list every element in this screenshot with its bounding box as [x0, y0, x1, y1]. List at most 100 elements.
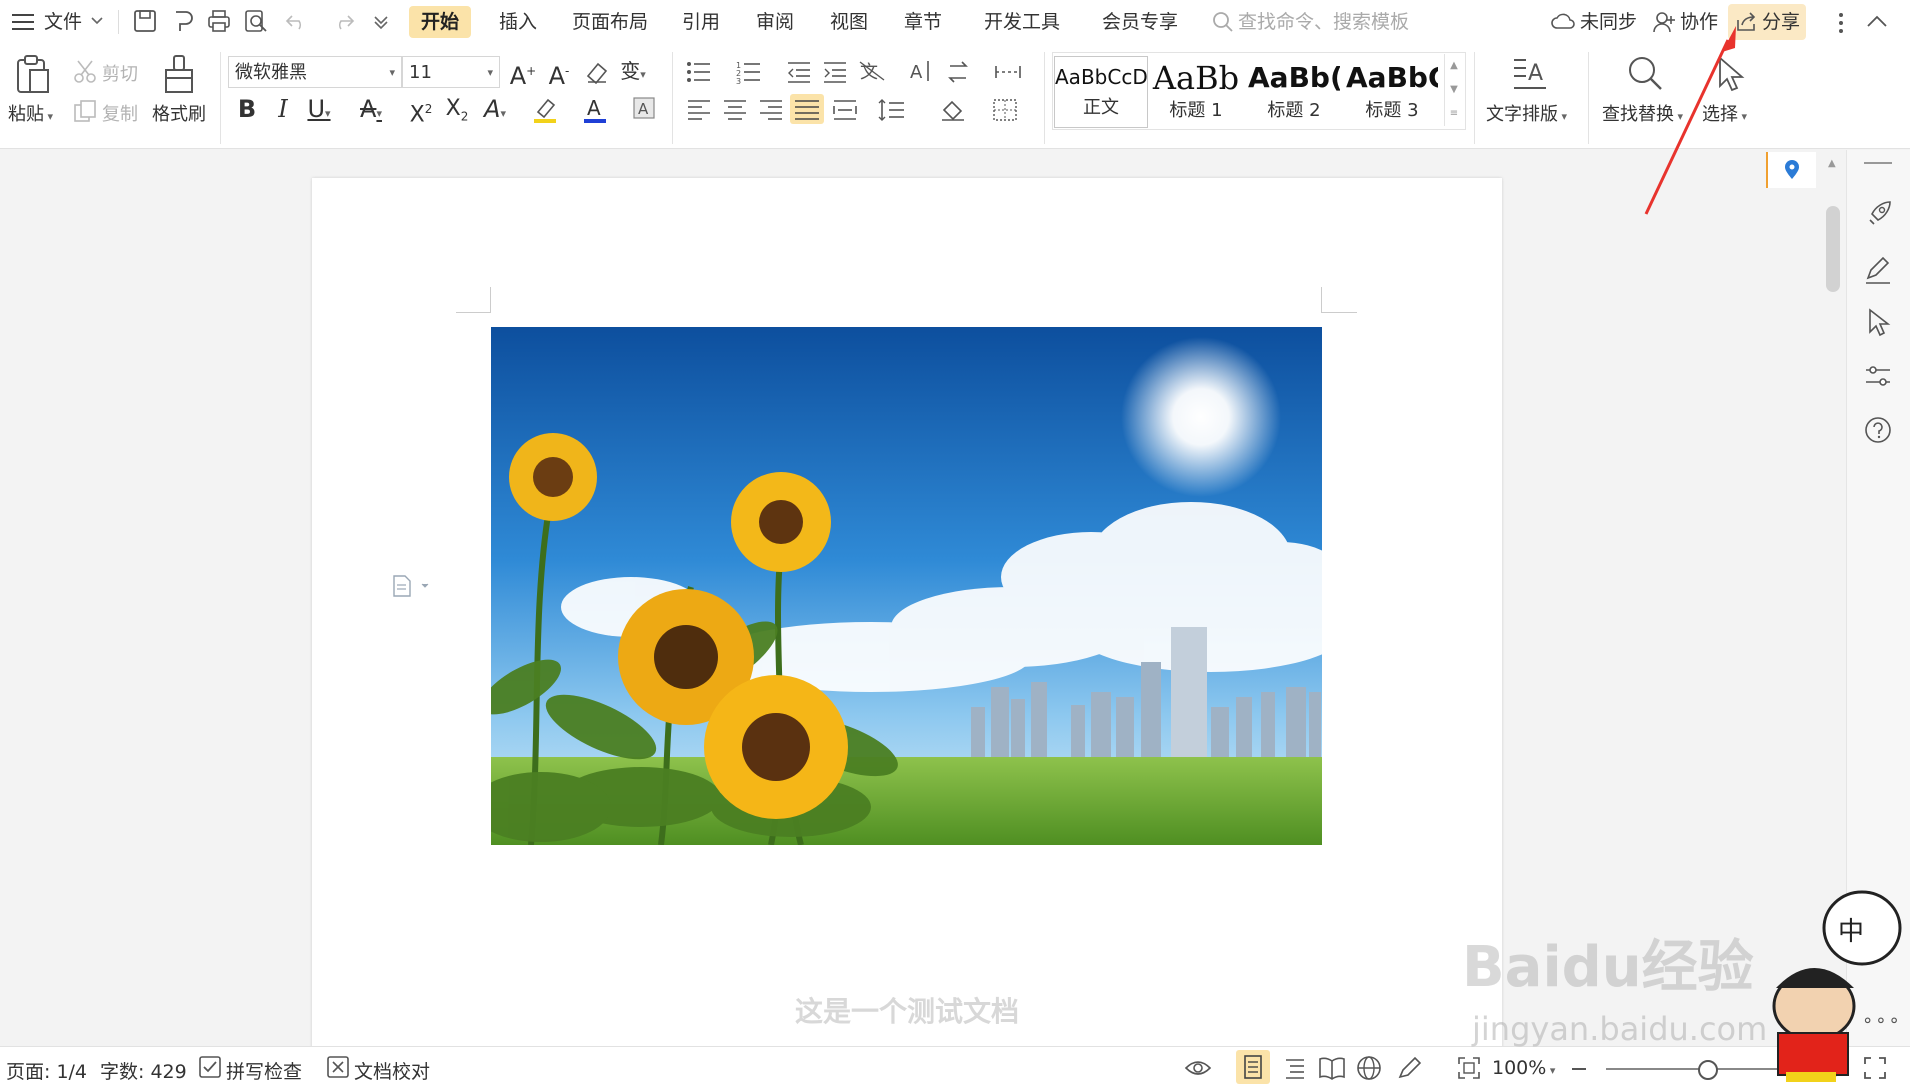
text-layout-button[interactable]: 文字排版 ▾: [1486, 100, 1567, 126]
tab-member[interactable]: 会员专享: [1090, 6, 1190, 38]
doc-review-button[interactable]: 文档校对: [354, 1057, 430, 1084]
redo-icon[interactable]: [330, 8, 358, 36]
reading-mode-icon[interactable]: [1318, 1055, 1346, 1083]
tab-references[interactable]: 引用: [670, 6, 732, 38]
help-icon[interactable]: [1862, 414, 1894, 446]
more-options-icon[interactable]: [1836, 12, 1846, 34]
pen-edit-icon[interactable]: [1862, 254, 1894, 286]
font-name-select[interactable]: 微软雅黑 ▾: [228, 56, 402, 88]
outline-view-icon[interactable]: [1282, 1055, 1310, 1083]
italic-icon[interactable]: I: [266, 92, 300, 126]
document-image[interactable]: [491, 327, 1322, 845]
spell-check-icon[interactable]: [198, 1055, 226, 1083]
search-input[interactable]: 查找命令、搜索模板: [1238, 8, 1409, 36]
show-paragraph-marks-icon[interactable]: [994, 60, 1022, 84]
find-replace-button[interactable]: 查找替换 ▾: [1602, 100, 1683, 126]
numbered-list-icon[interactable]: 123: [736, 60, 764, 84]
zoom-out-icon[interactable]: [1572, 1068, 1586, 1070]
sync-status-button[interactable]: 未同步: [1580, 8, 1637, 36]
cloud-sync-icon[interactable]: [1550, 10, 1576, 34]
character-shading-icon[interactable]: A: [632, 96, 656, 120]
text-layout-icon[interactable]: A: [1510, 54, 1550, 92]
scissors-icon[interactable]: [72, 58, 98, 84]
justify-icon[interactable]: [790, 94, 824, 124]
distributed-align-icon[interactable]: [832, 98, 858, 120]
tab-review[interactable]: 审阅: [744, 6, 806, 38]
chevron-down-icon[interactable]: [90, 14, 104, 28]
increase-indent-icon[interactable]: [822, 60, 848, 84]
font-color-icon[interactable]: A: [582, 96, 608, 124]
share-button[interactable]: 分享: [1728, 4, 1806, 40]
style-gallery-scroll[interactable]: ▲ ▼ ≡: [1444, 54, 1463, 126]
fit-window-icon[interactable]: [1456, 1055, 1484, 1083]
underline-icon[interactable]: U▾: [302, 92, 336, 126]
undo-icon[interactable]: [284, 8, 312, 36]
align-center-icon[interactable]: [722, 98, 748, 120]
collaborate-icon[interactable]: [1652, 10, 1676, 34]
sidebar-handle[interactable]: [1864, 162, 1892, 164]
location-pin-tab[interactable]: [1766, 152, 1816, 188]
sort-icon[interactable]: [946, 60, 974, 84]
rocket-icon[interactable]: [1862, 198, 1894, 230]
cut-button[interactable]: 剪切: [102, 60, 138, 86]
copy-button[interactable]: 复制: [102, 100, 138, 126]
collapse-ribbon-icon[interactable]: [1866, 12, 1888, 32]
scroll-thumb[interactable]: [1826, 206, 1840, 292]
hamburger-menu-icon[interactable]: [12, 12, 34, 32]
tab-home[interactable]: 开始: [409, 6, 472, 38]
cursor-select-icon[interactable]: [1862, 306, 1894, 338]
tab-page-layout[interactable]: 页面布局: [560, 6, 660, 38]
style-normal[interactable]: AaBbCcDd 正文: [1054, 56, 1148, 128]
doc-review-icon[interactable]: [326, 1055, 354, 1083]
text-direction-icon[interactable]: A: [906, 58, 932, 84]
decrease-font-icon[interactable]: A-: [542, 54, 576, 90]
shading-icon[interactable]: [940, 98, 968, 122]
style-heading-2[interactable]: AaBb( 标题 2: [1248, 56, 1340, 126]
highlight-color-icon[interactable]: [532, 96, 558, 124]
print-icon[interactable]: [206, 8, 234, 36]
bullet-list-icon[interactable]: [686, 60, 714, 84]
paste-button[interactable]: 粘贴 ▾: [8, 100, 53, 126]
paste-icon[interactable]: [12, 54, 52, 94]
superscript-icon[interactable]: X2: [404, 92, 438, 127]
align-right-icon[interactable]: [758, 98, 784, 120]
format-painter-icon[interactable]: [162, 54, 198, 94]
clear-format-icon[interactable]: [584, 60, 610, 84]
output-pdf-icon[interactable]: [170, 8, 198, 36]
bold-icon[interactable]: B: [230, 92, 264, 126]
borders-icon[interactable]: [992, 98, 1018, 122]
save-icon[interactable]: [132, 8, 160, 36]
find-replace-icon[interactable]: [1626, 54, 1664, 92]
zoom-slider-thumb[interactable]: [1698, 1060, 1718, 1080]
customize-toolbar-icon[interactable]: [368, 8, 396, 36]
zoom-level[interactable]: 100% ▾: [1492, 1057, 1555, 1079]
spell-check-button[interactable]: 拼写检查: [226, 1057, 302, 1084]
tab-developer[interactable]: 开发工具: [972, 6, 1072, 38]
style-heading-1[interactable]: AaBb 标题 1: [1150, 56, 1242, 126]
font-size-select[interactable]: 11 ▾: [402, 56, 500, 88]
writing-mode-icon[interactable]: [1396, 1055, 1424, 1083]
search-icon[interactable]: [1212, 11, 1234, 33]
tab-chapter[interactable]: 章节: [892, 6, 954, 38]
document-body-text[interactable]: 这是一个测试文档: [312, 990, 1502, 1030]
strikethrough-icon[interactable]: A▾: [354, 92, 388, 126]
copy-icon[interactable]: [72, 98, 98, 124]
format-painter-button[interactable]: 格式刷: [152, 100, 206, 126]
collaborate-button[interactable]: 协作: [1680, 8, 1718, 36]
paragraph-handle-icon[interactable]: [392, 574, 432, 598]
decrease-indent-icon[interactable]: [786, 60, 812, 84]
select-cursor-icon[interactable]: [1716, 56, 1746, 92]
settings-sliders-icon[interactable]: [1862, 360, 1894, 392]
chinese-layout-icon[interactable]: 文: [858, 58, 886, 84]
subscript-icon[interactable]: X2: [440, 92, 474, 126]
phonetic-guide-icon[interactable]: 变▾: [616, 54, 650, 88]
print-preview-icon[interactable]: [243, 8, 271, 36]
line-spacing-icon[interactable]: [878, 98, 906, 122]
page-view-icon[interactable]: [1236, 1050, 1270, 1084]
word-count[interactable]: 字数: 429: [100, 1057, 187, 1084]
eye-protection-icon[interactable]: [1184, 1055, 1212, 1083]
style-heading-3[interactable]: AaBbC 标题 3: [1346, 56, 1438, 126]
web-layout-icon[interactable]: [1356, 1055, 1384, 1083]
tab-insert[interactable]: 插入: [487, 6, 549, 38]
page-indicator[interactable]: 页面: 1/4: [6, 1057, 87, 1084]
